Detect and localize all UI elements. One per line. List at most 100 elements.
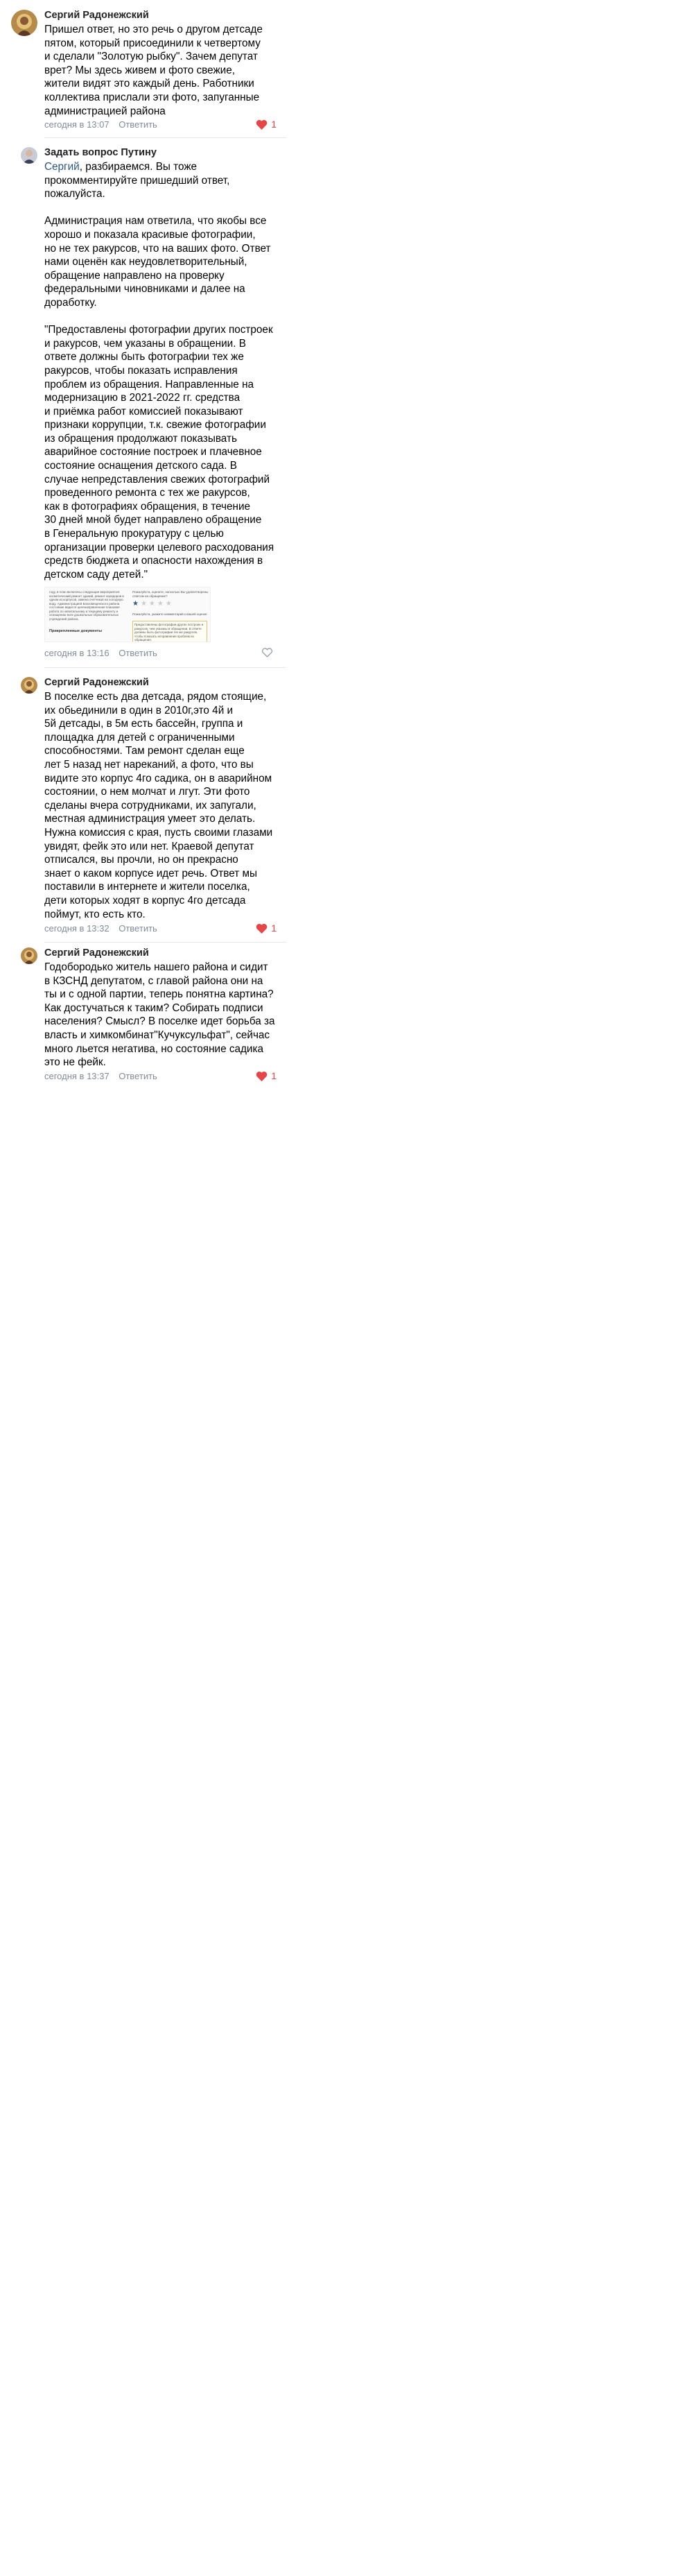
comment-text-line: Пришел ответ, но это речь о другом детса…	[44, 24, 263, 35]
heart-filled-icon	[256, 923, 268, 934]
comment-text-line: признаки коррупции, т.к. свежие фотограф…	[44, 419, 266, 431]
comment-text-line: поставили в интернете и жители поселка,	[44, 881, 250, 893]
comment-text-line: В поселке есть два детсада, рядом стоящи…	[44, 691, 267, 703]
comment-text-line: нами оценён как неудовлетворительный,	[44, 256, 247, 268]
comment-text-line: детском саду детей."	[44, 568, 148, 581]
comment-meta: сегодня в 13:16 Ответить	[44, 648, 157, 658]
comment-text: В поселке есть два детсада, рядом стоящи…	[44, 690, 283, 921]
comment-text-line: проблем из обращения. Направленные на	[44, 378, 254, 390]
avatar[interactable]	[21, 947, 37, 964]
comment-text-line: доработку.	[44, 296, 97, 309]
saint-avatar-icon	[21, 947, 37, 964]
comment-text-line: в КЗСНД депутатом, с главой района они н…	[44, 974, 263, 987]
comment-text-line: сделаны вчера сотрудниками, их запугали,	[44, 799, 256, 812]
comment-text-line: лет 5 назад нет нареканий, а фото, что в…	[44, 758, 254, 771]
heart-filled-icon	[256, 119, 268, 130]
like-count: 1	[271, 119, 277, 130]
comment-time[interactable]: сегодня в 13:07	[44, 119, 110, 130]
comment-text-line: Нужна комиссия с края, пусть своими глаз…	[44, 826, 273, 839]
rating-stars: ★★★★★	[132, 600, 174, 608]
comment-text: Сергий, разбираемся. Вы тоже прокомменти…	[44, 160, 283, 581]
comment-text-line: проведенного ремонта с тех же ракурсов,	[44, 487, 250, 499]
comment-text-line: Годобородько житель нашего района и сиди…	[44, 961, 268, 973]
comment-text-line: средств бюджета и опасности нахождения в	[44, 555, 263, 567]
attachment-image[interactable]: году, в план включены следующие мероприя…	[44, 587, 211, 642]
avatar[interactable]	[21, 677, 37, 694]
reply-button[interactable]: Ответить	[119, 1071, 157, 1081]
comment-text-line: состояние оснащения детского сада. В	[44, 460, 237, 472]
avatar[interactable]	[11, 10, 37, 36]
like-count: 1	[271, 922, 277, 934]
attachment-left-text: году, в план включены следующие мероприя…	[49, 590, 124, 621]
comment-text-line: из обращения продолжают показывать	[44, 432, 237, 445]
comment-text-line: и сделали "Золотую рыбку". Зачем депутат	[44, 51, 258, 63]
comment-time[interactable]: сегодня в 13:16	[44, 648, 110, 658]
heart-outline-icon	[262, 648, 272, 658]
like-button[interactable]: 1	[256, 922, 277, 934]
comment-text-line: пожалуйста.	[44, 188, 105, 200]
like-button[interactable]	[261, 647, 277, 658]
comment-text-line: 30 дней мной будет направлено обращение	[44, 514, 262, 526]
divider	[44, 137, 286, 138]
comment-text-line: ракурсов, чтобы показать исправления	[44, 364, 238, 377]
comment-text-line: 5й детсады, в 5м есть бассейн, группа и	[44, 718, 243, 730]
comment-meta: сегодня в 13:32 Ответить	[44, 923, 157, 934]
comment-text-line: это не фейк.	[44, 1056, 106, 1069]
comment-text-line: случае непредставления свежих фотографий	[44, 473, 270, 486]
comment-text-line: отписался, вы прочли, но он прекрасно	[44, 854, 238, 866]
reply-button[interactable]: Ответить	[119, 648, 157, 658]
comment-author[interactable]: Сергий Радонежский	[44, 947, 149, 959]
comment-author[interactable]: Сергий Радонежский	[44, 10, 149, 21]
comment-text-line: аварийное состояние построек и плачевное	[44, 446, 262, 458]
comment-text: Годобородько житель нашего района и сиди…	[44, 961, 283, 1070]
comment-text-line: обращение направлено на проверку	[44, 269, 225, 282]
comment-text-line	[44, 310, 283, 324]
comment-text-line: местная администрация умеет это делать.	[44, 813, 256, 825]
comment-time[interactable]: сегодня в 13:37	[44, 1071, 110, 1081]
saint-avatar-icon	[11, 10, 37, 36]
like-button[interactable]: 1	[256, 119, 277, 130]
comment-text-line: организации проверки целевого расходован…	[44, 541, 274, 553]
comment-text-line: врет? Мы здесь живем и фото свежие,	[44, 64, 235, 76]
comment-text-line: дети которых ходят в корпус 4го детсада	[44, 894, 246, 907]
comment-text-line: увидят, фейк это или нет. Краевой депута…	[44, 840, 254, 852]
comment-text-line: пятом, который присоединили к четвертому	[44, 37, 261, 49]
reply-button[interactable]: Ответить	[119, 923, 157, 934]
attachment-quote: Предоставлены фотографии других построек…	[132, 621, 207, 642]
comment-text-line: администрацией района	[44, 105, 166, 117]
comment-text-line: но не тех ракурсов, что на ваших фото. О…	[44, 242, 271, 255]
comment-text-line: коллектива прислали эти фото, запуганные	[44, 91, 260, 103]
comment-text-line: Администрация нам ответила, что якобы вс…	[44, 215, 267, 227]
comment-text-line: , разбираемся. Вы тоже	[79, 161, 198, 173]
comment-meta: сегодня в 13:07 Ответить	[44, 119, 157, 130]
mention-link[interactable]: Сергий	[44, 161, 80, 173]
comment-author[interactable]: Задать вопрос Путину	[44, 147, 157, 158]
comment-text-line: видите это корпус 4го садика, он в авари…	[44, 772, 272, 784]
like-count: 1	[271, 1070, 277, 1081]
divider	[44, 942, 286, 943]
comment-text-line: модернизацию в 2021-2022 гг. средства	[44, 392, 241, 404]
comment-text-line	[44, 201, 283, 215]
attachment-question: Пожалуйста, оцените, насколько Вы удовле…	[132, 590, 209, 598]
comment-text-line: жители видят это каждый день. Работники	[44, 78, 254, 90]
comment-text-line: поймут, кто есть кто.	[44, 908, 146, 920]
comment-text-line: "Предоставлены фотографии других построе…	[44, 324, 273, 336]
comment-text-line: прокомментируйте пришедший ответ,	[44, 174, 230, 187]
comment-text-line: и приёмка работ комиссией показывают	[44, 405, 243, 418]
comment-text-line: в Генеральную прокуратуру с целью	[44, 528, 224, 540]
comment-text-line: федеральными чиновниками и далее на	[44, 283, 245, 295]
comment-text-line: хорошо и показала красивые фотографии,	[44, 228, 256, 241]
comment-text-line: как в фотографиях обращения, в течение	[44, 500, 251, 513]
comment-text-line: состоянии, о нем молчат и лгут. Эти фото	[44, 786, 250, 798]
attachment-docs-label: Прикрепленные документы	[49, 629, 103, 633]
avatar[interactable]	[21, 147, 37, 164]
comment-text-line: Как достучаться к таким? Собирать подпис…	[44, 1002, 263, 1014]
comment-text-line: их обьединили в один в 2010г,это 4й и	[44, 704, 234, 716]
comment-author[interactable]: Сергий Радонежский	[44, 677, 149, 688]
comment-text-line: много льется негатива, но состояние сади…	[44, 1042, 263, 1055]
like-button[interactable]: 1	[256, 1070, 277, 1081]
comment-text-line: площадка для детей с ограниченными	[44, 731, 235, 744]
comment-time[interactable]: сегодня в 13:32	[44, 923, 110, 934]
heart-filled-icon	[256, 1071, 268, 1081]
reply-button[interactable]: Ответить	[119, 119, 157, 130]
